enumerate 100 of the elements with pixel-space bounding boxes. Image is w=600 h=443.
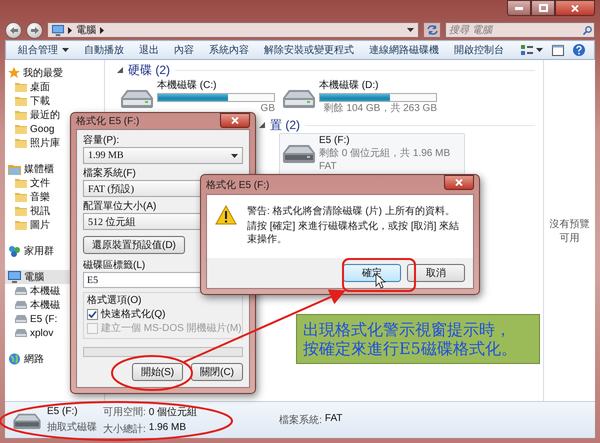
- callout-text: 按確定來進行E5磁碟格式化。: [303, 339, 517, 358]
- drive-icon: [15, 315, 27, 323]
- drive-icon: [13, 412, 41, 428]
- toolbar-button[interactable]: 退出: [133, 41, 165, 59]
- group-title: 格式選項(O): [87, 294, 142, 307]
- field-label: 檔案系統:: [279, 414, 322, 427]
- forward-button[interactable]: [26, 22, 43, 38]
- field-value: 1.96 MB: [148, 422, 186, 434]
- collapse-triangle-icon[interactable]: [259, 122, 265, 128]
- globe-icon: [8, 353, 21, 365]
- drive-details: GB: [260, 103, 275, 115]
- folder-icon: [15, 124, 27, 134]
- close-button[interactable]: [555, 0, 595, 16]
- drive-type: 抽取式磁碟: [47, 420, 97, 434]
- folder-icon: [15, 138, 27, 148]
- dropdown[interactable]: 1.99 MB: [83, 147, 243, 164]
- close-button[interactable]: [444, 175, 474, 190]
- toolbar-button[interactable]: 開啟控制台: [448, 41, 510, 59]
- close-icon: [231, 117, 239, 124]
- maximize-icon: [538, 4, 548, 12]
- homegroup-icon: [8, 245, 21, 257]
- folder-icon: [15, 220, 27, 230]
- back-button[interactable]: [5, 22, 22, 38]
- computer-icon: [8, 271, 21, 283]
- caret-icon: [62, 48, 69, 52]
- checkbox-option[interactable]: 快速格式化(Q): [87, 308, 166, 321]
- dropdown-caret-icon: [407, 28, 414, 32]
- drive-label: 本機磁碟 (C:): [157, 80, 218, 92]
- help-icon: [573, 44, 585, 56]
- drive-icon: [121, 88, 153, 108]
- minimize-button[interactable]: [507, 0, 531, 16]
- drive-tile[interactable]: 本機磁碟 (C:) GB: [117, 78, 275, 117]
- breadcrumb-item[interactable]: 電腦: [76, 23, 96, 37]
- dialog-button[interactable]: 開始(S): [132, 363, 184, 381]
- field-label: 容量(P):: [83, 134, 120, 147]
- library-icon: [8, 164, 21, 174]
- restore-defaults-button[interactable]: 還原裝置預設值(D): [83, 236, 185, 254]
- minimize-icon: [515, 6, 523, 10]
- field-value: FAT: [324, 413, 342, 426]
- caret-icon: [536, 48, 543, 52]
- sidebar-item[interactable]: 下載: [5, 94, 104, 108]
- sidebar-item[interactable]: 我的最愛: [5, 66, 104, 80]
- drive-tile[interactable]: 本機磁碟 (D:) 剩餘 104 GB，共 263 GB: [279, 78, 465, 117]
- drive-icon: [283, 88, 315, 108]
- checkbox[interactable]: [87, 309, 98, 320]
- field-label: 檔案系統(F): [83, 167, 136, 180]
- toolbar-button[interactable]: 內容: [168, 41, 200, 59]
- toolbar-button[interactable]: 系統內容: [203, 41, 255, 59]
- close-icon: [455, 179, 463, 186]
- search-icon: [583, 26, 592, 34]
- refresh-button[interactable]: [423, 22, 441, 38]
- drive-details: 剩餘 0 個位元組，共 1.96 MB: [319, 148, 450, 160]
- toolbar-button[interactable]: 組合管理: [12, 41, 75, 59]
- drive-icon: [15, 287, 27, 295]
- group-header: 硬碟 (2): [128, 62, 170, 78]
- drive-icon: [283, 143, 315, 163]
- drive-label: 本機磁碟 (D:): [319, 80, 380, 92]
- collapse-triangle-icon[interactable]: [117, 67, 123, 73]
- folder-icon: [15, 192, 27, 202]
- close-icon: [571, 4, 579, 12]
- drive-name: E5 (F:): [47, 406, 79, 417]
- view-icon: [521, 44, 533, 56]
- folder-icon: [15, 178, 27, 188]
- field-label: 大小總計:: [103, 422, 146, 436]
- pane-icon: [552, 44, 564, 56]
- drive-details: 剩餘 104 GB，共 263 GB: [324, 103, 437, 115]
- folder-icon: [15, 82, 27, 92]
- drive-icon: [15, 301, 27, 309]
- close-button[interactable]: [220, 113, 250, 128]
- sidebar-item[interactable]: 桌面: [5, 80, 104, 94]
- maximize-button[interactable]: [531, 0, 555, 16]
- toolbar-button[interactable]: 自動播放: [78, 41, 130, 59]
- back-icon: [10, 26, 18, 34]
- warning-message: 警告: 格式化將會清除磁碟 (片) 上所有的資料。: [247, 205, 456, 218]
- drive-tile[interactable]: E5 (F:) 剩餘 0 個位元組，共 1.96 MB FAT: [279, 133, 465, 175]
- search-field[interactable]: 搜尋 電腦: [445, 22, 595, 38]
- folder-icon: [15, 96, 27, 106]
- drive-icon: [15, 329, 27, 337]
- dialog-button[interactable]: 關閉(C): [191, 363, 243, 381]
- chevron-icon: [100, 26, 104, 34]
- chevron-icon: [68, 26, 72, 34]
- group-header: 置 (2): [270, 116, 300, 134]
- warning-icon: [215, 205, 237, 225]
- field-label: 可用空間:: [103, 406, 146, 418]
- folder-icon: [15, 110, 27, 120]
- star-icon: [8, 67, 20, 79]
- dialog-button[interactable]: 取消: [407, 264, 465, 282]
- field-label: 配置單位大小(A): [83, 200, 156, 213]
- address-bar[interactable]: 電腦: [47, 22, 419, 38]
- toolbar-button[interactable]: 連線網路磁碟機: [363, 41, 445, 59]
- help-button[interactable]: [570, 41, 588, 59]
- field-label: 磁碟區標籤(L): [83, 259, 146, 272]
- warning-message: 請按 [確定] 來進行磁碟格式化，或按 [取消] 來結束操作。: [247, 220, 460, 246]
- caret-icon: [231, 154, 238, 158]
- toolbar-button[interactable]: 解除安裝或變更程式: [258, 41, 360, 59]
- preview-message: 沒有預覽可用: [548, 218, 590, 244]
- folder-icon: [15, 206, 27, 216]
- forward-icon: [30, 26, 38, 34]
- dialog-title: 格式化 E5 (F:): [76, 114, 140, 128]
- computer-icon: [52, 24, 64, 36]
